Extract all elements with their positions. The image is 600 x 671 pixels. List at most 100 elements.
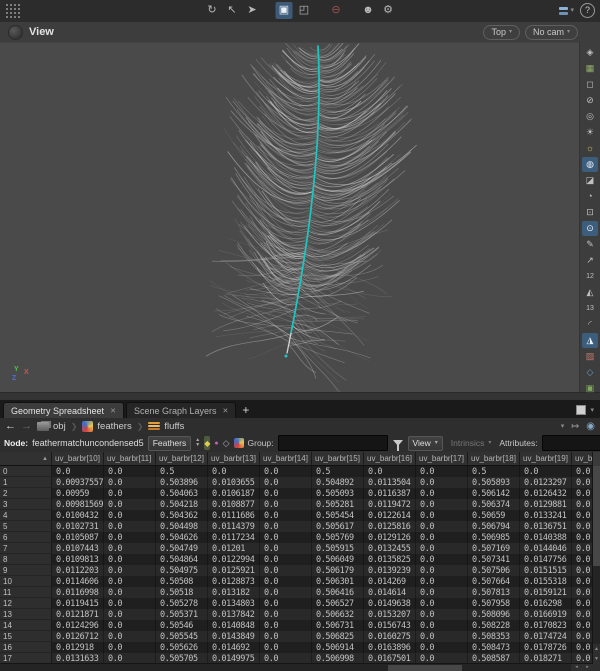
prim-normals-icon[interactable]: ◭ <box>582 285 598 300</box>
ghost-geometry-icon[interactable]: ▦ <box>582 61 598 76</box>
group-input[interactable] <box>278 435 388 451</box>
view-tool-icon[interactable]: ↻ <box>204 2 221 19</box>
breadcrumb-item-obj[interactable]: obj <box>37 421 66 432</box>
snapshot-icon[interactable]: ◎ <box>582 109 598 124</box>
guide-geometry-icon[interactable]: ◮ <box>582 333 598 348</box>
close-icon[interactable]: ✕ <box>110 407 116 415</box>
headlight-icon[interactable]: ☀ <box>582 125 598 140</box>
scroll-left-button[interactable]: ◂ <box>571 664 582 671</box>
point-markers-icon[interactable]: ⊙ <box>582 221 598 236</box>
hide-other-objects-icon[interactable]: ◈ <box>582 45 598 60</box>
help-button[interactable]: ? <box>580 3 595 18</box>
cell: 0.5 <box>468 466 520 477</box>
cell: 0.504063 <box>156 488 208 499</box>
desktop-layout-button[interactable]: ▾ <box>559 7 574 15</box>
column-header[interactable]: uv_barbr[18] <box>468 452 520 466</box>
shadows-icon[interactable]: ◪ <box>582 173 598 188</box>
column-header[interactable]: uv_barbr[10] <box>52 452 104 466</box>
select-tool-icon[interactable]: ↖ <box>224 2 241 19</box>
node-type-spinner[interactable]: ▲▼ <box>195 438 200 448</box>
breadcrumb-item-feathers[interactable]: feathers <box>82 421 131 432</box>
profile-curves-icon[interactable]: ◜ <box>582 317 598 332</box>
nav-back-button[interactable]: ← <box>5 419 16 433</box>
new-tab-button[interactable]: + <box>242 403 249 417</box>
prim-numbers-icon[interactable]: 13 <box>582 301 598 316</box>
row-number: 15 <box>0 631 52 642</box>
column-header[interactable]: uv_b <box>572 452 593 466</box>
class-dropdown[interactable]: View ▾ <box>408 436 443 451</box>
camera-select-button[interactable]: No cam ▾ <box>525 25 578 40</box>
column-header[interactable]: uv_barbr[19] <box>520 452 572 466</box>
pin-pane-icon[interactable]: ↦ <box>571 421 579 432</box>
high-quality-lighting-icon[interactable]: ◍ <box>582 157 598 172</box>
scroll-right-button[interactable]: ▸ <box>582 664 593 671</box>
lock-camera-icon[interactable]: ◻ <box>582 77 598 92</box>
cell: 0.0 <box>572 543 593 554</box>
node-type-dropdown[interactable]: Feathers <box>148 436 192 451</box>
close-icon[interactable]: ✕ <box>222 407 228 415</box>
group-label: Group: <box>248 438 274 448</box>
cell: 0.504626 <box>156 532 208 543</box>
view-orientation-button[interactable]: Top ▾ <box>483 25 520 40</box>
row-index-header[interactable]: ▲ <box>0 452 52 466</box>
cell: 0.0156743 <box>364 620 416 631</box>
scroll-up-button[interactable]: ▲ <box>593 644 600 654</box>
path-dropdown-icon[interactable]: ▾ <box>561 423 565 430</box>
point-trails-icon[interactable]: ↗ <box>582 253 598 268</box>
cell: 0.0 <box>104 609 156 620</box>
feather-type-icon[interactable] <box>234 436 244 450</box>
horizontal-scroll-thumb[interactable] <box>388 665 462 671</box>
template-flag-icon[interactable]: ◇ <box>223 436 230 450</box>
material-display-icon[interactable]: ⊡ <box>582 205 598 220</box>
scroll-down-button[interactable]: ▼ <box>593 654 600 664</box>
breadcrumb-item-fluffs[interactable]: fluffs <box>148 421 184 432</box>
tool-settings-icon[interactable]: ⚙ <box>380 2 397 19</box>
handles-tool-icon[interactable]: ▣ <box>276 2 293 19</box>
attributes-input[interactable] <box>542 435 600 451</box>
vertical-scroll-thumb[interactable] <box>593 466 600 566</box>
column-header[interactable]: uv_barbr[15] <box>312 452 364 466</box>
intrinsics-dropdown[interactable]: Intrinsics ▾ <box>447 437 496 450</box>
info-flag-icon[interactable]: ● <box>214 436 218 450</box>
cell: 0.50518 <box>156 587 208 598</box>
pane-maximize-icon[interactable] <box>576 405 586 415</box>
tab-scene-graph-layers[interactable]: Scene Graph Layers✕ <box>126 402 236 418</box>
tab-geometry-spreadsheet[interactable]: Geometry Spreadsheet✕ <box>3 402 124 418</box>
vertical-scrollbar[interactable]: ▲ ▼ <box>592 466 600 664</box>
point-normals-icon[interactable]: ✎ <box>582 237 598 252</box>
column-header[interactable]: uv_barbr[14] <box>260 452 312 466</box>
column-header[interactable]: uv_barbr[11] <box>104 452 156 466</box>
box-select-icon[interactable]: ◰ <box>296 2 313 19</box>
cell: 0.0123297 <box>520 477 572 488</box>
scene-viewport[interactable]: View Top ▾ No cam ▾ Y X Z ◈▦◻⊘◎☀☼◍◪◔⊡⊙✎↗… <box>0 22 600 392</box>
column-header[interactable]: uv_barbr[16] <box>364 452 416 466</box>
uv-texture-icon[interactable]: ▨ <box>582 349 598 364</box>
secure-selection-icon[interactable]: ⊖ <box>328 2 345 19</box>
nav-forward-button[interactable]: → <box>21 419 32 433</box>
group-filter-icon[interactable] <box>393 440 403 446</box>
column-header[interactable]: uv_barbr[12] <box>156 452 208 466</box>
row-number: 10 <box>0 576 52 587</box>
link-pane-icon[interactable]: ◉ <box>586 421 595 432</box>
pane-menu-icon[interactable]: ▾ <box>590 407 594 414</box>
cell: 0.503896 <box>156 477 208 488</box>
frame-selection-icon[interactable]: ▣ <box>582 381 598 396</box>
cell: 0.0143849 <box>208 631 260 642</box>
display-flag-icon[interactable]: ◆ <box>204 436 210 450</box>
cell: 0.0 <box>572 609 593 620</box>
display-options-icon[interactable]: ◇ <box>582 365 598 380</box>
horizontal-scrollbar[interactable]: ◂ ▸ <box>0 663 593 671</box>
cell: 0.0 <box>260 543 312 554</box>
default-lighting-icon[interactable]: ☼ <box>582 141 598 156</box>
column-header[interactable]: uv_barbr[17] <box>416 452 468 466</box>
cell: 0.0 <box>260 565 312 576</box>
cell: 0.0 <box>416 642 468 653</box>
point-numbers-icon[interactable]: 12 <box>582 269 598 284</box>
pose-tool-icon[interactable]: ☻ <box>360 2 377 19</box>
move-tool-icon[interactable]: ➤ <box>244 2 261 19</box>
column-header[interactable]: uv_barbr[13] <box>208 452 260 466</box>
apps-menu-icon[interactable] <box>5 4 20 19</box>
view-pivot-icon[interactable]: ⊘ <box>582 93 598 108</box>
reflections-icon[interactable]: ◔ <box>582 189 598 204</box>
chevron-down-icon: ▾ <box>570 7 574 14</box>
